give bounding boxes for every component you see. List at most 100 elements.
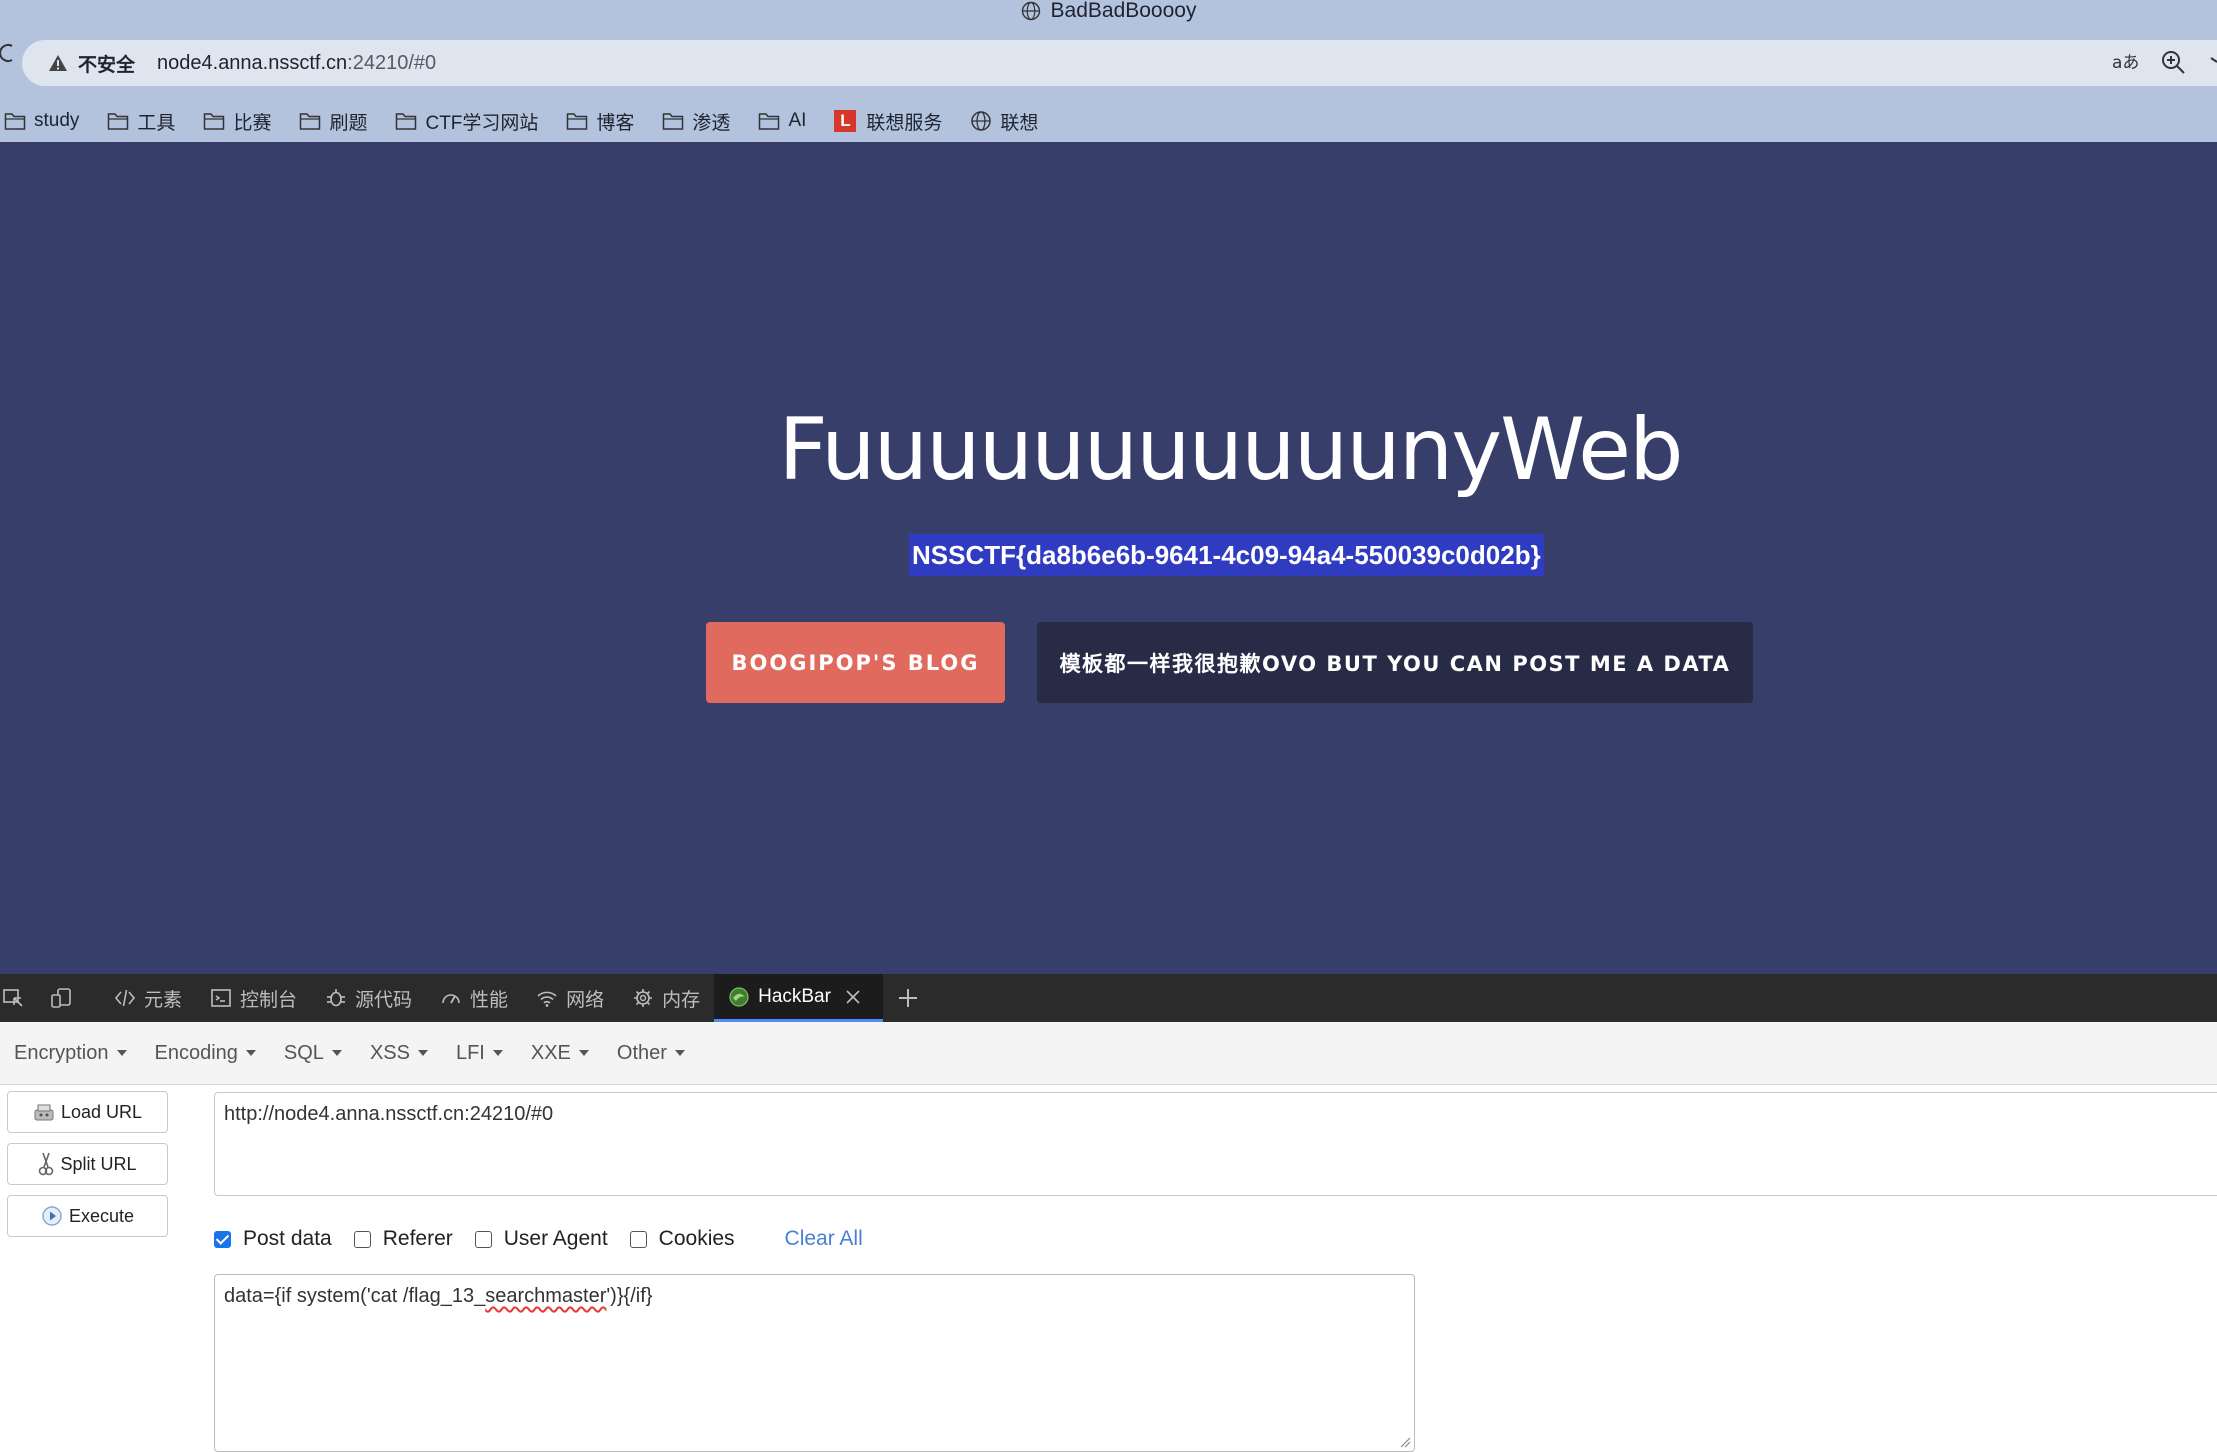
bookmark-item[interactable]: 联想 — [970, 108, 1038, 135]
devtools-tab-label: 性能 — [470, 989, 509, 1011]
post-data-button[interactable]: 模板都一样我很抱歉OVO BUT YOU CAN POST ME A DATA — [1037, 622, 1753, 703]
referer-checkbox[interactable] — [353, 1230, 371, 1248]
devtools-tab[interactable]: 性能 — [426, 974, 522, 1022]
execute-button[interactable]: Execute — [7, 1195, 168, 1237]
bookmark-item[interactable]: AI — [758, 110, 806, 132]
chevron-icon[interactable] — [2207, 48, 2217, 76]
globe-icon — [1021, 1, 1040, 21]
bookmark-label: 渗透 — [692, 112, 731, 134]
play-icon — [42, 1206, 62, 1226]
hackbar-menu-item[interactable]: LFI — [456, 1042, 503, 1065]
bookmark-label: 联想服务 — [866, 112, 943, 134]
bookmark-item[interactable]: 刷题 — [299, 108, 367, 135]
hackbar-panel: Encryption Encoding SQL XSS LFI XXE Other Load… — [0, 1022, 2217, 1452]
url-port-path[interactable]: :24210/#0 — [347, 52, 436, 75]
close-icon[interactable] — [845, 989, 861, 1005]
window-title: BadBadBooooy — [1050, 0, 1197, 22]
load-icon — [34, 1104, 54, 1121]
options-row: Post data Referer User Agent Cookies Cle… — [214, 1222, 863, 1256]
user-agent-checkbox[interactable] — [474, 1230, 492, 1248]
caret-down-icon — [331, 1050, 342, 1056]
split-url-button[interactable]: Split URL — [7, 1143, 168, 1185]
device-toolbar-button[interactable] — [38, 974, 100, 1022]
hackbar-icon — [729, 986, 749, 1007]
post-data-label: Post data — [243, 1227, 332, 1250]
translate-icon[interactable]: aあ — [2111, 48, 2139, 76]
hackbar-menu-label: Encryption — [14, 1041, 109, 1064]
devtools-tab[interactable]: 内存 — [618, 974, 714, 1022]
folder-icon — [300, 113, 321, 130]
cookies-option[interactable]: Cookies — [629, 1227, 735, 1251]
caret-down-icon — [116, 1050, 127, 1056]
folder-icon — [396, 113, 417, 130]
hackbar-menu-item[interactable]: SQL — [284, 1042, 342, 1065]
bookmark-item[interactable]: study — [4, 110, 79, 132]
caret-down-icon — [492, 1050, 503, 1056]
warning-icon[interactable] — [48, 54, 68, 72]
code-icon — [114, 989, 136, 1007]
cookies-label: Cookies — [658, 1227, 735, 1250]
bookmark-label: study — [34, 110, 80, 131]
plus-icon — [898, 989, 917, 1007]
devtools-tab[interactable]: 元素 — [100, 974, 196, 1022]
flag-text[interactable]: NSSCTF{da8b6e6b-9641-4c09-94a4-550039c0d… — [909, 534, 1544, 576]
bookmark-label: 联想 — [1000, 112, 1039, 134]
add-tab-button[interactable] — [883, 974, 941, 1022]
device-icon — [51, 988, 71, 1008]
post-data-suffix: ')}{/if} — [606, 1285, 653, 1307]
caret-down-icon — [578, 1050, 589, 1056]
referer-label: Referer — [382, 1227, 453, 1250]
devtools-tab[interactable]: HackBar — [714, 974, 883, 1022]
bookmark-item[interactable]: L 联想服务 — [834, 108, 942, 135]
caret-down-icon — [245, 1050, 256, 1056]
scissors-icon — [39, 1152, 54, 1176]
devtools-tab-label: 控制台 — [240, 989, 298, 1011]
url-host[interactable]: node4.anna.nssctf.cn — [157, 52, 347, 75]
post-data-textarea[interactable]: data={if system('cat /flag_13_searchmast… — [214, 1274, 1415, 1452]
bookmark-item[interactable]: 渗透 — [662, 108, 730, 135]
devtools-tab-label: 内存 — [662, 989, 701, 1011]
bookmark-item[interactable]: 工具 — [107, 108, 175, 135]
security-label[interactable]: 不安全 — [78, 50, 135, 77]
page-title: FuuuuuuuuuuunyWeb — [778, 400, 1683, 500]
cookies-checkbox[interactable] — [629, 1230, 647, 1248]
svg-text:aあ: aあ — [2112, 53, 2139, 73]
hackbar-menu: Encryption Encoding SQL XSS LFI XXE Other — [0, 1022, 2217, 1085]
load-url-button[interactable]: Load URL — [7, 1091, 168, 1133]
zoom-icon[interactable] — [2159, 48, 2187, 76]
bookmark-item[interactable]: 比赛 — [203, 108, 271, 135]
inspect-element-button[interactable] — [0, 974, 38, 1022]
devtools-tab[interactable]: 网络 — [522, 974, 618, 1022]
referer-option[interactable]: Referer — [353, 1227, 453, 1251]
hackbar-menu-item[interactable]: XXE — [531, 1042, 589, 1065]
user-agent-option[interactable]: User Agent — [474, 1227, 608, 1251]
reload-icon[interactable] — [0, 38, 18, 66]
devtools-tab-label: 元素 — [144, 989, 183, 1011]
hackbar-menu-item[interactable]: Encryption — [14, 1042, 127, 1065]
hackbar-menu-label: SQL — [283, 1041, 324, 1064]
hackbar-menu-item[interactable]: Other — [617, 1042, 685, 1065]
blog-button[interactable]: BOOGIPOP'S BLOG — [706, 622, 1005, 703]
url-textarea[interactable]: http://node4.anna.nssctf.cn:24210/#0 — [214, 1092, 2217, 1196]
devtools-tab[interactable]: 控制台 — [196, 974, 311, 1022]
inspect-icon — [3, 989, 23, 1007]
bookmark-label: CTF学习网站 — [425, 112, 539, 134]
hackbar-menu-item[interactable]: Encoding — [155, 1042, 256, 1065]
bookmark-item[interactable]: 博客 — [566, 108, 634, 135]
bookmark-label: 刷题 — [329, 112, 368, 134]
post-data-checkbox[interactable] — [214, 1230, 231, 1248]
post-data-option[interactable]: Post data — [214, 1227, 332, 1251]
clear-all-link[interactable]: Clear All — [785, 1227, 863, 1251]
devtools-tab[interactable]: 源代码 — [311, 974, 426, 1022]
caret-down-icon — [674, 1050, 685, 1056]
bookmark-item[interactable]: CTF学习网站 — [395, 108, 538, 135]
folder-icon — [759, 113, 780, 130]
devtools-tabs: 元素 控制台 源代码 性能 网络 内存 HackBar — [100, 974, 883, 1022]
resize-grip-icon[interactable] — [1399, 1436, 1411, 1448]
folder-icon — [567, 113, 588, 130]
lenovo-logo-icon: L — [834, 110, 857, 132]
hackbar-menu-item[interactable]: XSS — [370, 1042, 428, 1065]
folder-icon — [4, 113, 26, 130]
bookmark-label: 工具 — [137, 112, 176, 134]
address-bar[interactable]: 不安全 node4.anna.nssctf.cn:24210/#0 aあ — [22, 40, 2217, 86]
